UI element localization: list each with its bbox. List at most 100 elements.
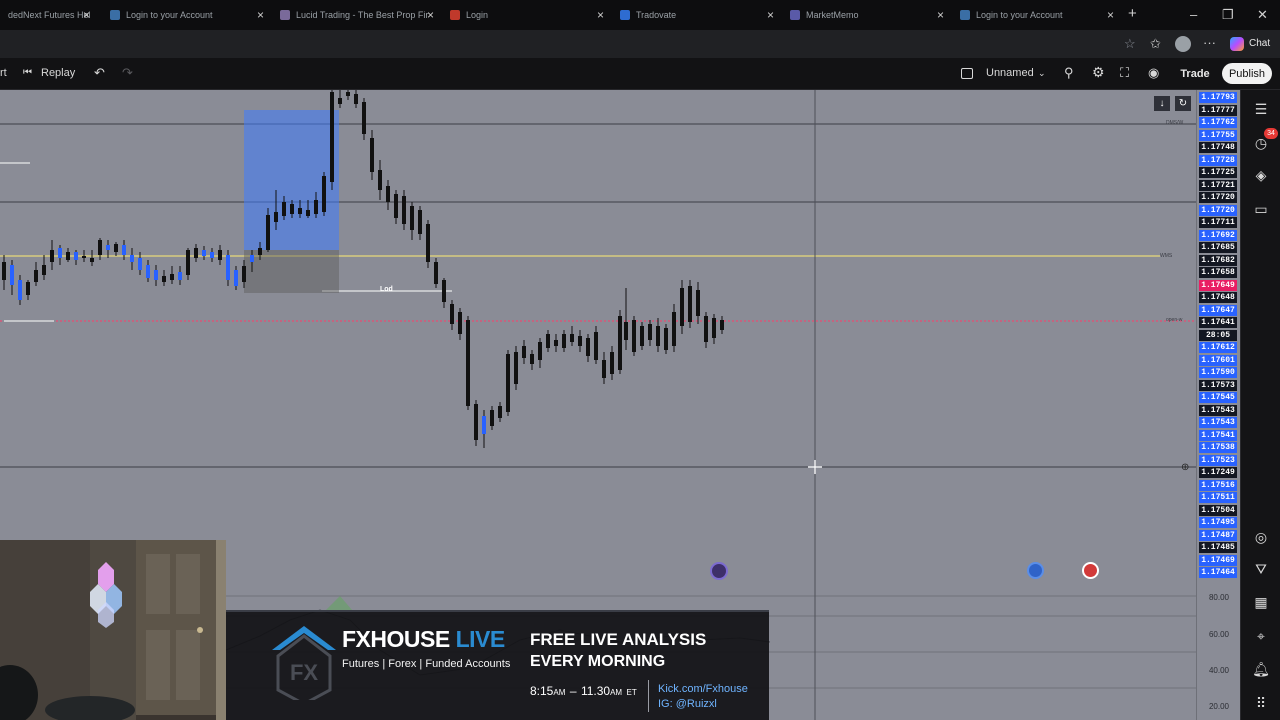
close-tab-icon[interactable]: ×	[597, 8, 604, 22]
price-label: 1.17612	[1199, 342, 1237, 353]
publish-button[interactable]: Publish	[1222, 63, 1272, 84]
line-tag: open-w	[1166, 317, 1183, 323]
candle	[426, 220, 430, 268]
candle	[458, 308, 462, 340]
candle	[194, 244, 198, 262]
candle-body	[274, 212, 278, 222]
fullscreen-icon[interactable]: ⛶	[1120, 65, 1129, 81]
add-price-alert-icon[interactable]: ⊕	[1181, 462, 1189, 473]
tab-title: Tradovate	[636, 10, 677, 20]
profile-avatar[interactable]	[1175, 36, 1191, 52]
tab-favicon-icon	[110, 10, 120, 20]
browser-tab[interactable]: Login to your Account ×	[952, 0, 1122, 30]
tab-favicon-icon	[960, 10, 970, 20]
candle-body	[266, 215, 270, 250]
price-label: 1.17469	[1199, 554, 1237, 566]
candle	[322, 172, 326, 216]
refresh-icon[interactable]: ↻	[1175, 96, 1191, 111]
candle-body	[640, 326, 644, 346]
scroll-to-latest-icon[interactable]: ↓	[1154, 96, 1170, 111]
replay-button[interactable]: Replay	[41, 67, 75, 79]
candle-body	[466, 320, 470, 406]
brand-name: FXHOUSE	[342, 626, 450, 652]
candle-body	[186, 250, 190, 275]
favorites-icon[interactable]: ✩	[1150, 36, 1161, 52]
close-tab-icon[interactable]: ×	[427, 8, 434, 22]
close-tab-icon[interactable]: ×	[767, 8, 774, 22]
browser-tab[interactable]: MarketMemo ×	[782, 0, 952, 30]
candle	[586, 334, 590, 362]
browser-tab[interactable]: Lucid Trading - The Best Prop Fir ×	[272, 0, 442, 30]
new-tab-icon[interactable]: +	[1128, 5, 1137, 22]
close-tab-icon[interactable]: ×	[83, 8, 90, 22]
watchlist-icon[interactable]: ☰	[1252, 100, 1270, 118]
trade-button[interactable]: Trade	[1175, 63, 1215, 84]
browser-tab[interactable]: Tradovate ×	[612, 0, 782, 30]
candle-body	[362, 102, 366, 134]
layout-icon[interactable]	[961, 68, 973, 79]
signal-icon[interactable]: ⌖	[1252, 627, 1270, 645]
candlestick-plot[interactable]	[0, 90, 1196, 580]
price-label: 1.17538	[1199, 442, 1237, 453]
more-menu-icon[interactable]: ···	[1203, 35, 1216, 50]
eu-flag-icon[interactable]	[1027, 562, 1044, 579]
close-window-icon[interactable]: ✕	[1257, 7, 1268, 23]
candle	[514, 346, 518, 390]
indicator-level-label: 20.00	[1208, 702, 1230, 711]
price-label: 1.17692	[1199, 229, 1237, 241]
calendar-icon[interactable]: ▦	[1252, 593, 1270, 611]
price-label: 1.17485	[1199, 542, 1237, 553]
candle	[632, 316, 636, 356]
candle-body	[632, 320, 636, 352]
close-tab-icon[interactable]: ×	[937, 8, 944, 22]
candle-body	[226, 255, 230, 280]
minimize-icon[interactable]: –	[1190, 7, 1197, 22]
candle-body	[696, 290, 700, 316]
settings-gear-icon[interactable]: ⚙	[1092, 64, 1105, 81]
close-tab-icon[interactable]: ×	[257, 8, 264, 22]
chat-icon[interactable]: ▭	[1252, 200, 1270, 218]
layers-icon[interactable]: ◈	[1252, 166, 1270, 184]
chevron-down-icon[interactable]: ⌄	[1038, 68, 1046, 79]
price-scale[interactable]: 80.00 60.00 40.00 20.00 1.17793 1.17777 1.…	[1196, 90, 1240, 720]
candle	[538, 338, 542, 368]
redo-icon[interactable]: ↷	[122, 65, 133, 81]
candle	[594, 326, 598, 364]
instagram-handle[interactable]: IG: @Ruizxl	[658, 698, 717, 710]
candle-body	[354, 94, 358, 104]
price-label: 1.17523	[1199, 454, 1237, 466]
stream-banner: FX FXHOUSE LIVE Futures | Forex | Funded…	[226, 610, 769, 720]
browser-tab[interactable]: Login ×	[442, 0, 612, 30]
candle	[546, 330, 550, 352]
candle-body	[66, 252, 70, 260]
price-label: 1.17658	[1199, 267, 1237, 278]
candle-body	[610, 352, 614, 374]
target-icon[interactable]: ◎	[1252, 528, 1270, 546]
chat-button[interactable]: Chat	[1249, 38, 1270, 49]
toolbar-truncated-label[interactable]: rt	[0, 67, 7, 79]
price-label: 1.17755	[1199, 129, 1237, 141]
us-flag-icon[interactable]	[1082, 562, 1099, 579]
notification-bell-icon[interactable]: 🔔︎	[1252, 660, 1270, 678]
quick-search-icon[interactable]: ⚲	[1064, 65, 1074, 81]
indicator-level-label: 60.00	[1208, 630, 1230, 639]
candle-body	[202, 250, 206, 256]
maximize-icon[interactable]: ❐	[1222, 7, 1234, 23]
bookmark-star-icon[interactable]: ☆	[1124, 36, 1136, 52]
copilot-icon[interactable]	[1230, 37, 1244, 51]
candle-body	[562, 334, 566, 348]
price-chart[interactable]: Lod DMS/W WMS open-w ↓ ↻ ⊕	[0, 90, 1196, 580]
candle-body	[290, 204, 294, 214]
apps-grid-icon[interactable]: ⠿	[1252, 694, 1270, 712]
camera-snapshot-icon[interactable]: ◉	[1148, 65, 1159, 81]
stack-icon[interactable]: ⛛	[1252, 560, 1270, 578]
event-marker-icon[interactable]	[710, 562, 728, 580]
candle-body	[90, 258, 94, 262]
kick-link[interactable]: Kick.com/Fxhouse	[658, 683, 748, 695]
layout-name[interactable]: Unnamed	[986, 67, 1034, 79]
candle-body	[298, 208, 302, 214]
browser-tab[interactable]: dedNext Futures Hel ×	[0, 0, 98, 30]
browser-tab[interactable]: Login to your Account ×	[102, 0, 272, 30]
close-tab-icon[interactable]: ×	[1107, 8, 1114, 22]
undo-icon[interactable]: ↶	[94, 65, 105, 81]
